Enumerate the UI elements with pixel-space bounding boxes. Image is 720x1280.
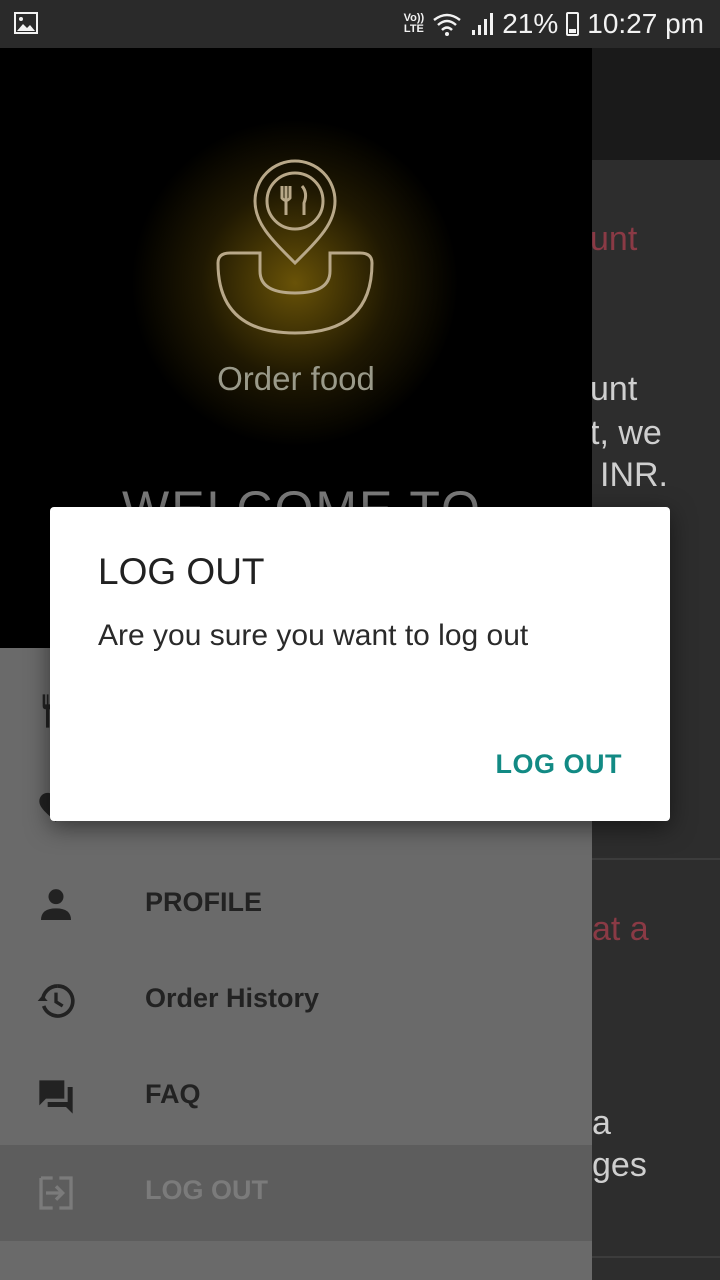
signal-icon [472,13,494,35]
background-text: a [592,1104,611,1142]
drawer-item-order-history[interactable]: Order History [0,953,592,1049]
dialog-title: LOG OUT [98,551,265,592]
history-icon [37,984,75,1018]
background-text: unt [590,370,638,408]
background-text: t, we [590,414,662,452]
drawer-item-label: FAQ [145,1079,201,1109]
background-text: unt [590,220,638,258]
wifi-icon [433,13,461,36]
drawer-item-profile[interactable]: PROFILE [0,857,592,953]
battery-percent: 21% [502,8,559,39]
drawer-item-faq[interactable]: FAQ [0,1049,592,1145]
drawer-item-label: PROFILE [145,887,263,917]
background-text: at a [592,910,649,948]
person-icon [41,889,71,920]
logout-dialog: LOG OUT Are you sure you want to log out… [50,507,670,821]
background-divider [592,858,720,860]
drawer-item-label: LOG OUT [145,1175,268,1205]
forum-icon [39,1080,73,1114]
order-food-logo-icon [216,159,374,335]
confirm-logout-button[interactable]: LOG OUT [496,749,623,780]
background-divider [592,1256,720,1258]
gallery-icon [14,12,38,34]
background-text: INR. [600,456,668,494]
volte-indicator: Vo)) LTE [403,12,425,35]
status-bar: Vo)) LTE 21% 10:27 pm [0,0,720,48]
battery-icon [566,12,580,36]
background-text: ges [592,1146,647,1184]
drawer-item-label: Order History [145,983,320,1013]
dialog-message: Are you sure you want to log out [98,619,529,652]
drawer-item-log-out[interactable]: LOG OUT [0,1145,592,1241]
logout-icon [39,1176,73,1210]
clock: 10:27 pm [587,8,704,39]
logo-text: Order food [217,360,375,397]
